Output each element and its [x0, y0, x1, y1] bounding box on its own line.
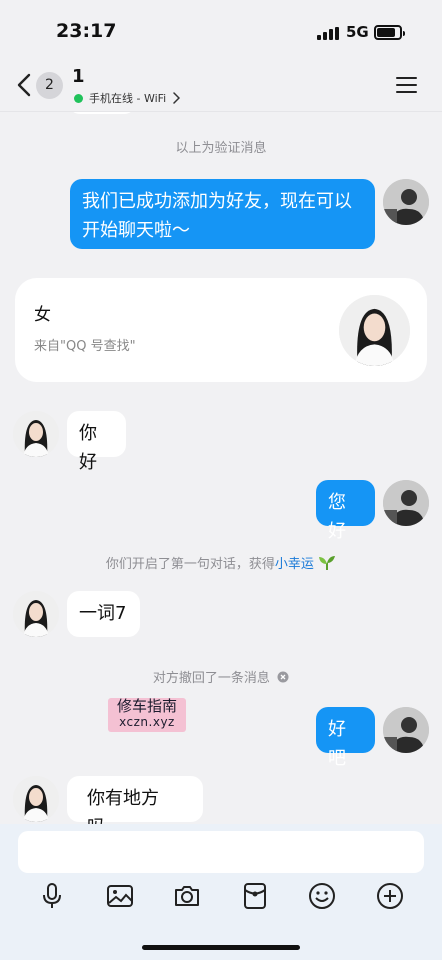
- sprout-icon: [319, 556, 336, 570]
- watermark-line1: 修车指南: [116, 697, 177, 715]
- online-status[interactable]: 手机在线 - WiFi: [74, 90, 181, 106]
- message-bubble-out[interactable]: 我们已成功添加为好友，现在可以开始聊天啦～: [70, 179, 375, 249]
- battery-icon: [374, 25, 405, 40]
- chat-header: 2 1 手机在线 - WiFi: [0, 62, 442, 112]
- my-avatar[interactable]: [383, 179, 429, 225]
- input-area: [0, 824, 442, 960]
- home-indicator: [142, 945, 300, 950]
- menu-button[interactable]: [396, 76, 418, 94]
- back-button[interactable]: [12, 70, 38, 100]
- camera-icon[interactable]: [172, 881, 202, 911]
- system-message-first-dialog: 你们开启了第一句对话，获得小幸运: [0, 553, 442, 572]
- friend-profile-card[interactable]: 女 来自"QQ 号查找": [15, 278, 427, 382]
- system-message-recall: 对方撤回了一条消息: [0, 667, 442, 686]
- microphone-icon[interactable]: [37, 881, 67, 911]
- message-bubble-in[interactable]: 你好: [67, 411, 126, 473]
- red-packet-icon[interactable]: [240, 881, 270, 911]
- unread-count-badge[interactable]: 2: [36, 72, 63, 99]
- message-bubble-in[interactable]: 你有地方吗、: [67, 776, 203, 824]
- chevron-right-icon: [173, 92, 181, 104]
- message-bubble-partial: [68, 112, 136, 114]
- profile-gender: 女: [34, 305, 51, 325]
- message-bubble-out[interactable]: 您好: [316, 480, 375, 542]
- online-status-text: 手机在线 - WiFi: [89, 92, 167, 105]
- profile-avatar[interactable]: [339, 295, 410, 366]
- watermark-line2: xczn.xyz: [119, 715, 175, 729]
- close-circle-icon[interactable]: [277, 671, 289, 683]
- system-message-verify: 以上为验证消息: [175, 141, 267, 156]
- message-input[interactable]: [18, 831, 424, 873]
- signal-icon: [317, 27, 339, 40]
- watermark-stamp: 修车指南 xczn.xyz: [108, 698, 186, 732]
- friend-avatar[interactable]: [13, 591, 59, 637]
- network-type: 5G: [346, 23, 369, 41]
- image-icon[interactable]: [105, 881, 135, 911]
- plus-icon[interactable]: [375, 881, 405, 911]
- friend-avatar[interactable]: [13, 776, 59, 822]
- lucky-link[interactable]: 小幸运: [275, 557, 314, 572]
- friend-avatar[interactable]: [13, 411, 59, 457]
- chat-title[interactable]: 1: [72, 66, 85, 87]
- system-message-text: 你们开启了第一句对话，获得: [105, 557, 275, 572]
- message-bubble-in[interactable]: 一词7: [67, 591, 140, 637]
- chevron-left-icon: [17, 73, 31, 97]
- emoji-icon[interactable]: [307, 881, 337, 911]
- profile-source: 来自"QQ 号查找": [34, 339, 136, 354]
- message-bubble-out[interactable]: 好吧: [316, 707, 375, 769]
- chat-message-list[interactable]: 以上为验证消息 我们已成功添加为好友，现在可以开始聊天啦～ 女 来自"QQ 号查…: [0, 112, 442, 824]
- status-time: 23:17: [56, 20, 117, 42]
- my-avatar[interactable]: [383, 707, 429, 753]
- recall-text: 对方撤回了一条消息: [152, 671, 270, 686]
- my-avatar[interactable]: [383, 480, 429, 526]
- status-bar: 23:17 5G: [0, 0, 442, 62]
- online-dot-icon: [74, 93, 83, 103]
